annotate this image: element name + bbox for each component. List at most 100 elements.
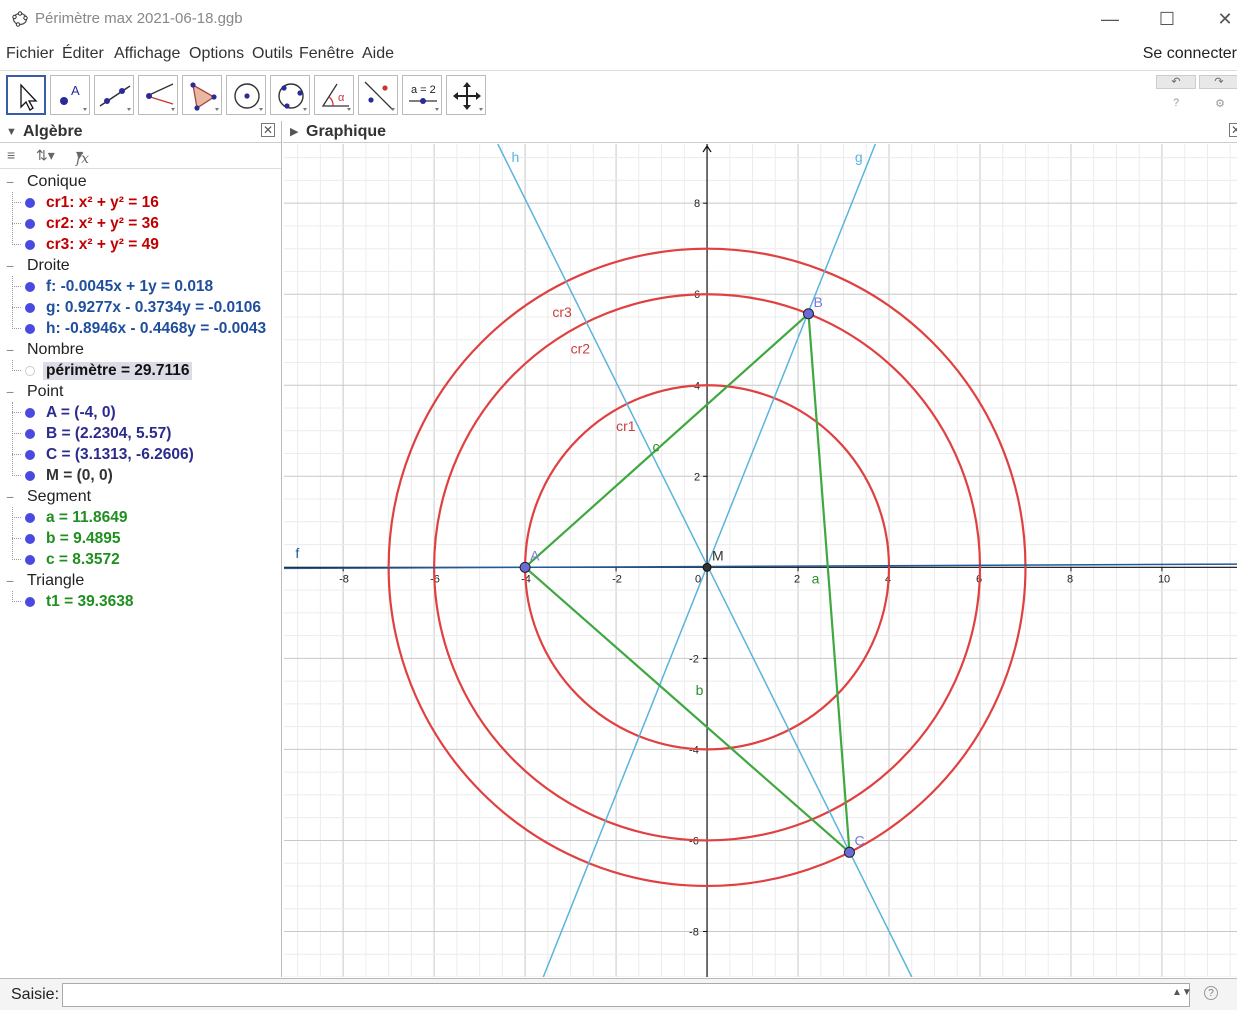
sign-in-link[interactable]: Se connecter [1143, 45, 1237, 63]
circle-label-cr2: cr2 [571, 340, 591, 356]
visibility-toggle-icon[interactable] [25, 366, 35, 376]
move-graphics-tool-icon[interactable] [446, 75, 486, 115]
menu-fenetre[interactable]: Fenêtre [299, 45, 354, 63]
algebra-item[interactable]: g: 0.9277x - 0.3734y = -0.0106 [0, 297, 280, 318]
visibility-toggle-icon[interactable] [25, 597, 35, 607]
category-nombre[interactable]: − Nombre [0, 339, 280, 360]
close-algebra-button[interactable]: ✕ [261, 123, 275, 137]
algebra-item[interactable]: périmètre = 29.7116 [0, 360, 280, 381]
visibility-toggle-icon[interactable] [25, 282, 35, 292]
point-label-A: A [530, 547, 540, 563]
segment-b[interactable] [524, 566, 851, 854]
point-B[interactable] [803, 308, 815, 320]
redo-button[interactable]: ↷ [1199, 75, 1237, 89]
algebra-panel: ▼ Algèbre ✕ ≡ ⇅▾ fx ▾ − Conique cr1: x² + y… [0, 121, 282, 977]
point-C[interactable] [843, 846, 855, 858]
expand-triangle-icon[interactable]: ▶ [290, 125, 298, 138]
svg-text:α: α [338, 92, 345, 104]
menu-aide[interactable]: Aide [362, 45, 394, 63]
perpendicular-tool-icon[interactable] [138, 75, 178, 115]
tool-bar: A α a = 2 ↶ ↷ ? ⚙ [0, 70, 1237, 120]
menu-outils[interactable]: Outils [252, 45, 293, 63]
algebra-item[interactable]: b = 9.4895 [0, 528, 280, 549]
category-droite[interactable]: − Droite [0, 255, 280, 276]
algebra-item[interactable]: C = (3.1313, -6.2606) [0, 444, 280, 465]
menu-fichier[interactable]: Fichier [6, 45, 54, 63]
collapse-triangle-icon[interactable]: ▼ [6, 126, 17, 138]
close-window-button[interactable]: ✕ [1210, 6, 1237, 32]
visibility-toggle-icon[interactable] [25, 513, 35, 523]
tree-connector [12, 507, 13, 560]
tree-connector [12, 538, 21, 539]
x-tick-label: -8 [339, 573, 349, 585]
fx-icon[interactable]: fx ▾ [76, 147, 89, 167]
spinner-icon[interactable]: ▲▼ [1172, 987, 1192, 998]
line-tool-icon[interactable] [94, 75, 134, 115]
algebra-item[interactable]: B = (2.2304, 5.57) [0, 423, 280, 444]
category-conique[interactable]: − Conique [0, 171, 280, 192]
close-graphics-button[interactable]: ✕ [1229, 123, 1237, 137]
point-M[interactable] [702, 562, 712, 572]
visibility-toggle-icon[interactable] [25, 303, 35, 313]
algebra-item[interactable]: cr3: x² + y² = 49 [0, 234, 280, 255]
reflect-tool-icon[interactable] [358, 75, 398, 115]
help-icon[interactable]: ? [1168, 97, 1184, 109]
angle-tool-icon[interactable]: α [314, 75, 354, 115]
point-tool-icon[interactable]: A [50, 75, 90, 115]
graphics-view[interactable]: -8 -6 -4 -2 0 2 4 6 8 108642-2-4-6-8cr1cr2cr3fgha… [284, 144, 1237, 977]
x-tick-label: 2 [794, 573, 800, 585]
algebra-item[interactable]: t1 = 39.3638 [0, 591, 280, 612]
visibility-toggle-icon[interactable] [25, 408, 35, 418]
maximize-button[interactable]: ☐ [1152, 6, 1182, 32]
algebra-item[interactable]: a = 11.8649 [0, 507, 280, 528]
visibility-toggle-icon[interactable] [25, 324, 35, 334]
visibility-toggle-icon[interactable] [25, 240, 35, 250]
collapse-icon[interactable]: − [6, 573, 14, 589]
input-help-icon[interactable]: ? [1204, 986, 1218, 1000]
auxiliary-objects-icon[interactable]: ≡ [7, 147, 15, 163]
slider-tool-icon[interactable]: a = 2 [402, 75, 442, 115]
algebra-item[interactable]: f: -0.0045x + 1y = 0.018 [0, 276, 280, 297]
visibility-toggle-icon[interactable] [25, 555, 35, 565]
slider-tool-label: a = 2 [411, 84, 436, 96]
tree-connector [12, 328, 21, 329]
tree-connector [12, 202, 21, 203]
visibility-toggle-icon[interactable] [25, 471, 35, 481]
visibility-toggle-icon[interactable] [25, 450, 35, 460]
sort-by-icon[interactable]: ⇅▾ [36, 147, 55, 164]
tree-connector [12, 517, 21, 518]
circle-center-tool-icon[interactable] [226, 75, 266, 115]
visibility-toggle-icon[interactable] [25, 198, 35, 208]
category-segment[interactable]: − Segment [0, 486, 280, 507]
category-point[interactable]: − Point [0, 381, 280, 402]
algebra-item[interactable]: cr1: x² + y² = 16 [0, 192, 280, 213]
point-A[interactable] [519, 561, 531, 573]
algebra-item[interactable]: M = (0, 0) [0, 465, 280, 486]
algebra-item[interactable]: cr2: x² + y² = 36 [0, 213, 280, 234]
minimize-button[interactable]: — [1095, 6, 1125, 32]
tree-connector [12, 307, 21, 308]
move-tool-icon[interactable] [6, 75, 46, 115]
menu-editer[interactable]: Éditer [62, 45, 104, 63]
algebra-item[interactable]: h: -0.8946x - 0.4468y = -0.0043 [0, 318, 280, 339]
menu-affichage[interactable]: Affichage [114, 45, 180, 63]
input-field[interactable] [62, 983, 1190, 1007]
algebra-item[interactable]: A = (-4, 0) [0, 402, 280, 423]
algebra-item[interactable]: c = 8.3572 [0, 549, 280, 570]
undo-button[interactable]: ↶ [1156, 75, 1196, 89]
collapse-icon[interactable]: − [6, 342, 14, 358]
y-tick-label: 8 [694, 198, 700, 210]
segment-c[interactable] [524, 312, 810, 569]
collapse-icon[interactable]: − [6, 174, 14, 190]
collapse-icon[interactable]: − [6, 489, 14, 505]
visibility-toggle-icon[interactable] [25, 429, 35, 439]
collapse-icon[interactable]: − [6, 258, 14, 274]
category-triangle[interactable]: − Triangle [0, 570, 280, 591]
visibility-toggle-icon[interactable] [25, 534, 35, 544]
gear-icon[interactable]: ⚙ [1212, 97, 1228, 110]
menu-options[interactable]: Options [189, 45, 244, 63]
circle-three-points-tool-icon[interactable] [270, 75, 310, 115]
collapse-icon[interactable]: − [6, 384, 14, 400]
visibility-toggle-icon[interactable] [25, 219, 35, 229]
polygon-tool-icon[interactable] [182, 75, 222, 115]
